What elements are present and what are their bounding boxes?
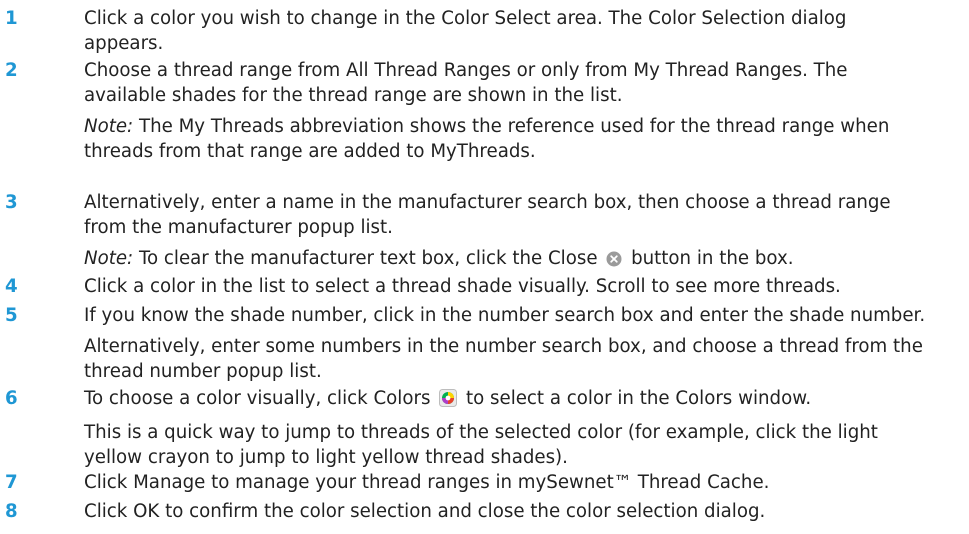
note-text: To clear the manufacturer text box, clic… (133, 248, 604, 269)
step-text: Click a color you wish to change in the … (84, 6, 964, 56)
note-text: The My Threads abbreviation shows the re… (133, 116, 890, 137)
step-text-line: Click Manage to manage your thread range… (84, 472, 770, 493)
step-text-line: This is a quick way to jump to threads o… (84, 422, 878, 443)
step-text: Alternatively, enter a name in the manuf… (84, 190, 964, 274)
note-label: Note: (84, 248, 134, 269)
instruction-list: 1 Click a color you wish to change in th… (0, 0, 969, 534)
step-number: 5 (5, 305, 18, 326)
step-text-line: appears. (84, 33, 164, 54)
note-line: Note: The My Threads abbreviation shows … (84, 114, 964, 139)
note-line: threads from that range are added to MyT… (84, 141, 536, 162)
step-text-part: To choose a color visually, click Colors (84, 388, 437, 409)
step-text-line: Choose a thread range from All Thread Ra… (84, 60, 848, 81)
step-text-line: Alternatively, enter some numbers in the… (84, 336, 923, 357)
step-number: 1 (5, 8, 18, 29)
step-number: 6 (5, 388, 18, 409)
step-number: 4 (5, 276, 18, 297)
step-number: 8 (5, 501, 18, 522)
step-text-part: to select a color in the Colors window. (460, 388, 812, 409)
step-text-line: Click OK to confirm the color selection … (84, 501, 766, 522)
step-text: Click OK to confirm the color selection … (84, 499, 964, 524)
step-text: Click Manage to manage your thread range… (84, 470, 964, 495)
step-text-line: To choose a color visually, click Colors… (84, 386, 964, 414)
color-wheel-icon (439, 389, 458, 414)
step-text-line: from the manufacturer popup list. (84, 217, 393, 238)
close-circle-icon (606, 249, 622, 274)
note-text: button in the box. (625, 248, 794, 269)
step-text-line: If you know the shade number, click in t… (84, 305, 926, 326)
step-text-line: Click a color you wish to change in the … (84, 8, 847, 29)
step-text-line: thread number popup list. (84, 361, 322, 382)
step-text: If you know the shade number, click in t… (84, 303, 964, 384)
step-text: To choose a color visually, click Colors… (84, 386, 964, 470)
step-number: 2 (5, 60, 18, 81)
step-text: Choose a thread range from All Thread Ra… (84, 58, 964, 164)
note-line: Note: To clear the manufacturer text box… (84, 246, 964, 274)
step-text-line: Click a color in the list to select a th… (84, 276, 841, 297)
step-text-line: yellow crayon to jump to light yellow th… (84, 447, 568, 468)
step-text-line: available shades for the thread range ar… (84, 85, 623, 106)
step-number: 3 (5, 192, 18, 213)
note-label: Note: (84, 116, 134, 137)
step-text: Click a color in the list to select a th… (84, 274, 964, 299)
step-text-line: Alternatively, enter a name in the manuf… (84, 192, 891, 213)
step-number: 7 (5, 472, 18, 493)
